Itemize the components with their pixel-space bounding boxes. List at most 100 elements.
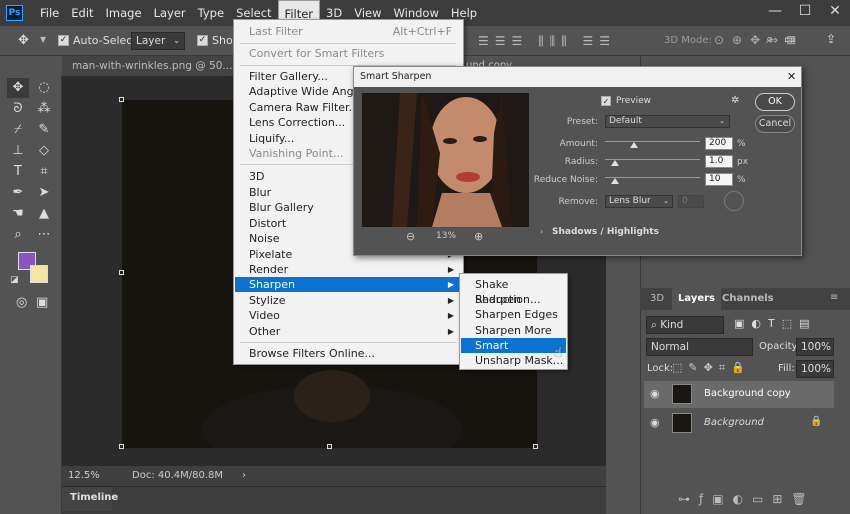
radius-slider-thumb[interactable]	[610, 160, 619, 166]
path-select-icon[interactable]: ➤	[33, 183, 55, 203]
menu-file[interactable]: File	[34, 0, 65, 26]
panel-menu-icon[interactable]: ≡	[830, 292, 838, 303]
type-tool-icon[interactable]: T	[7, 162, 29, 182]
tools-panel: ✥ ◌ ᘐ ⁂ ⌿ ✎ ⊥ ◇ T ⌗ ✒ ➤ ☚ ▲ ⌕ ⋯ ◪ ◎ ▣	[0, 75, 62, 514]
move-tool-icon[interactable]: ✥	[7, 78, 29, 98]
align-icons[interactable]: ☰☰☰ ⫼⫼⫼ ☰☰	[478, 34, 616, 49]
visibility-eye-icon[interactable]: ◉	[650, 416, 660, 429]
hand-tool-icon[interactable]: ☚	[7, 204, 29, 224]
brush-tool-icon[interactable]: ✎	[33, 120, 55, 140]
eraser-tool-icon[interactable]: ◇	[33, 141, 55, 161]
expand-arrow-icon[interactable]: ›	[540, 227, 543, 236]
preset-dropdown[interactable]: Default ⌄	[605, 115, 730, 128]
lasso-tool-icon[interactable]: ᘐ	[7, 99, 29, 119]
zoom-tool-icon[interactable]: ⌕	[7, 225, 29, 245]
layer-bottom-icons[interactable]: ⊶ƒ▣◐▭⊞🗑	[678, 492, 816, 506]
blend-mode-dropdown[interactable]: Normal	[646, 338, 753, 356]
marquee-tool-icon[interactable]: ◌	[33, 78, 55, 98]
menu-item-video[interactable]: Video ▶	[235, 308, 462, 323]
timeline-tab[interactable]: Timeline	[62, 487, 118, 511]
smart-sharpen-dialog: Smart Sharpen ✕ ⊖ 13% ⊕ ✓ Preview ✲ Pres…	[353, 66, 802, 256]
menu-item-stylize[interactable]: Stylize ▶	[235, 293, 462, 308]
show-transform-checkbox[interactable]: ✓	[197, 35, 208, 46]
status-menu-arrow[interactable]: ›	[242, 466, 246, 486]
transform-handle[interactable]	[327, 444, 332, 449]
layer-kind-filter[interactable]: ⌕ Kind	[646, 316, 724, 334]
close-window-button[interactable]: ✕	[820, 0, 850, 24]
tab-layers[interactable]: Layers	[672, 288, 721, 310]
cancel-button[interactable]: Cancel	[755, 115, 795, 133]
submenu-item-sharpen-edges[interactable]: Sharpen Edges	[461, 307, 566, 322]
quick-mask-icon[interactable]: ◎	[16, 295, 27, 310]
tab-3d[interactable]: 3D	[650, 293, 664, 304]
submenu-item-smart-sharpen[interactable]: Smart Sharpen...	[461, 338, 566, 367]
visibility-eye-icon[interactable]: ◉	[650, 387, 660, 400]
search-icon[interactable]: ⌕	[766, 32, 773, 47]
radius-slider-track[interactable]	[605, 159, 700, 160]
transform-handle[interactable]	[119, 97, 124, 102]
submenu-item-unsharp-mask[interactable]: Unsharp Mask...	[461, 353, 566, 368]
submenu-item-shake-reduction[interactable]: Shake Reduction...	[461, 277, 566, 306]
chevron-down-icon[interactable]: ▼	[40, 35, 46, 44]
submenu-arrow-icon: ▶	[447, 311, 454, 320]
fill-field[interactable]: 100%	[796, 360, 834, 378]
reduce-noise-field[interactable]: 10	[705, 173, 733, 186]
menu-item-render[interactable]: Render ▶	[235, 262, 462, 277]
crop-tool-icon[interactable]: ⌗	[33, 162, 55, 182]
background-color-swatch[interactable]	[30, 265, 48, 283]
amount-slider-track[interactable]	[605, 141, 700, 142]
amount-slider-thumb[interactable]	[629, 142, 638, 148]
menu-layer[interactable]: Layer	[148, 0, 192, 26]
menu-item-other[interactable]: Other ▶	[235, 324, 462, 339]
opacity-field[interactable]: 100%	[796, 338, 834, 356]
transform-handle[interactable]	[119, 444, 124, 449]
zoom-level[interactable]: 12.5%	[68, 466, 100, 486]
default-colors-icon[interactable]: ◪	[10, 275, 19, 285]
workspace-icon[interactable]: ▭	[784, 32, 795, 46]
share-icon[interactable]: ⇪	[826, 32, 836, 46]
tab-channels[interactable]: Channels	[722, 293, 774, 304]
menu-type[interactable]: Type	[192, 0, 230, 26]
layer-row[interactable]: ◉ Background copy	[644, 381, 834, 408]
transform-handle[interactable]	[533, 444, 538, 449]
gear-icon[interactable]: ✲	[731, 95, 739, 106]
noise-slider-thumb[interactable]	[610, 178, 619, 184]
menu-edit[interactable]: Edit	[65, 0, 99, 26]
zoom-in-icon[interactable]: ⊕	[474, 230, 483, 243]
pen-tool-icon[interactable]: ✒	[7, 183, 29, 203]
submenu-item-sharpen[interactable]: Sharpen	[461, 292, 566, 307]
remove-dropdown[interactable]: Lens Blur ⌄	[605, 195, 673, 208]
timeline-panel: Timeline	[62, 486, 606, 514]
preset-label: Preset:	[566, 117, 598, 127]
layer-row[interactable]: ◉ Background 🔒	[644, 410, 834, 437]
lock-icons[interactable]: ⬚✎✥⌗🔒	[672, 361, 751, 375]
stamp-tool-icon[interactable]: ⊥	[7, 141, 29, 161]
transform-handle[interactable]	[119, 270, 124, 275]
more-tools-icon[interactable]: ⋯	[33, 225, 55, 245]
menu-image[interactable]: Image	[100, 0, 148, 26]
shadows-highlights-label[interactable]: Shadows / Highlights	[552, 227, 659, 237]
menu-item-sharpen[interactable]: Sharpen ▶	[235, 277, 462, 292]
zoom-out-icon[interactable]: ⊖	[406, 230, 415, 243]
radius-field[interactable]: 1.0	[705, 155, 733, 168]
preview-checkbox[interactable]: ✓	[601, 96, 611, 106]
minimize-button[interactable]: —	[760, 0, 790, 24]
menu-item-browse-filters[interactable]: Browse Filters Online...	[235, 346, 462, 361]
auto-select-dropdown[interactable]: Layer ⌄	[131, 32, 185, 50]
layer-filter-icons[interactable]: ▣◐T⬚▤	[734, 317, 817, 330]
magic-wand-icon[interactable]: ⁂	[33, 99, 55, 119]
amount-field[interactable]: 200	[705, 137, 733, 150]
submenu-item-sharpen-more[interactable]: Sharpen More	[461, 323, 566, 338]
radius-label: Radius:	[564, 157, 598, 167]
preview-image[interactable]	[362, 93, 529, 227]
close-icon[interactable]: ✕	[787, 70, 796, 83]
noise-slider-track[interactable]	[605, 177, 700, 178]
ok-button[interactable]: OK	[755, 93, 795, 111]
screen-mode-icon[interactable]: ▣	[36, 295, 48, 310]
document-tab[interactable]: man-with-wrinkles.png @ 50...	[62, 56, 262, 76]
shape-tool-icon[interactable]: ▲	[33, 204, 55, 224]
auto-select-checkbox[interactable]: ✓	[58, 35, 69, 46]
maximize-button[interactable]: ☐	[790, 0, 820, 24]
eyedropper-tool-icon[interactable]: ⌿	[7, 120, 29, 140]
move-tool-icon[interactable]: ✥	[18, 33, 29, 48]
